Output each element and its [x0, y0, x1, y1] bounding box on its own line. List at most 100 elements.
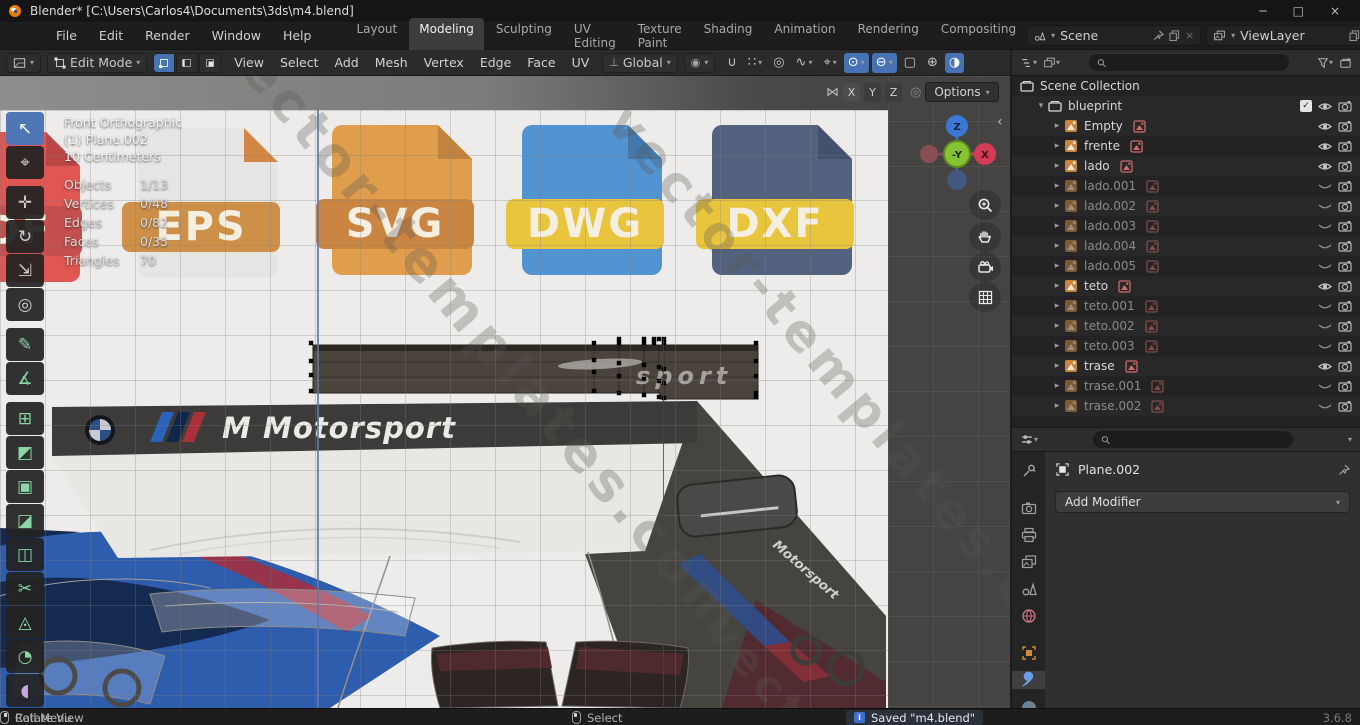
object-name[interactable]: frente	[1084, 139, 1120, 153]
viewport-menu-item[interactable]: Add	[328, 52, 366, 73]
outliner-editor-button[interactable]: ▾	[1020, 57, 1037, 69]
orientation-selector[interactable]: ⊥ Global ▾	[602, 52, 678, 73]
filter-button[interactable]: ▾	[1317, 57, 1333, 69]
expand-icon[interactable]: ▸	[1050, 301, 1064, 311]
object-name[interactable]: lado.001	[1084, 179, 1136, 193]
eye-closed-icon[interactable]	[1318, 181, 1332, 192]
tool-button[interactable]: ↻	[6, 220, 44, 253]
object-name[interactable]: teto.001	[1084, 299, 1135, 313]
expand-icon[interactable]: ▸	[1050, 181, 1064, 191]
object-name[interactable]: teto.003	[1084, 339, 1135, 353]
tool-button[interactable]: ⊞	[6, 402, 44, 435]
expand-icon[interactable]: ▸	[1050, 321, 1064, 331]
workspace-tab[interactable]: Animation	[764, 18, 845, 54]
camera-visibility-icon[interactable]	[1338, 380, 1352, 392]
tool-button[interactable]: ◩	[6, 436, 44, 469]
grid-ortho-button[interactable]	[969, 282, 1001, 312]
tool-button[interactable]: ⌖	[6, 146, 44, 179]
expand-icon[interactable]: ▸	[1050, 341, 1064, 351]
mirror-y-button[interactable]: Y	[864, 82, 881, 102]
eye-open-icon[interactable]	[1318, 281, 1332, 292]
mirror-x-button[interactable]: X	[843, 82, 860, 102]
viewport-menu-item[interactable]: Select	[273, 52, 326, 73]
expand-icon[interactable]: ▸	[1050, 221, 1064, 231]
eye-closed-icon[interactable]	[1318, 381, 1332, 392]
options-button[interactable]: Options ▾	[925, 82, 999, 102]
outliner-search-input[interactable]	[1110, 56, 1281, 69]
workspace-tab[interactable]: Compositing	[931, 18, 1026, 54]
object-name[interactable]: lado.003	[1084, 219, 1136, 233]
eye-closed-icon[interactable]	[1318, 241, 1332, 252]
tool-button[interactable]: ◫	[6, 538, 44, 571]
expand-icon[interactable]: ▸	[1050, 381, 1064, 391]
tab-object[interactable]	[1012, 644, 1045, 662]
collection-name[interactable]: Scene Collection	[1040, 79, 1140, 93]
viewport-menu-item[interactable]: Edge	[473, 52, 518, 73]
tool-button[interactable]: ◪	[6, 504, 44, 537]
expand-icon[interactable]: ▸	[1050, 361, 1064, 371]
camera-visibility-icon[interactable]	[1338, 160, 1352, 172]
camera-visibility-icon[interactable]	[1338, 200, 1352, 212]
vertex-select-button[interactable]	[153, 52, 176, 73]
viewlayer-selector[interactable]: ▾ ViewLayer ×	[1206, 25, 1360, 46]
gizmo-z-label[interactable]: Z	[953, 122, 960, 133]
tab-output[interactable]	[1012, 526, 1045, 544]
outliner-row[interactable]: ▸ lado.002	[1012, 196, 1360, 216]
unlink-scene-icon[interactable]: ×	[1185, 29, 1194, 42]
tool-button[interactable]: ✂	[6, 572, 44, 605]
workspace-tab[interactable]: Layout	[346, 18, 407, 54]
camera-visibility-icon[interactable]	[1338, 260, 1352, 272]
tab-tool[interactable]	[1012, 462, 1045, 480]
object-name[interactable]: lado.002	[1084, 199, 1136, 213]
eye-open-icon[interactable]	[1318, 121, 1332, 132]
object-name[interactable]: trase.002	[1084, 399, 1141, 413]
maximize-button[interactable]: □	[1293, 4, 1304, 18]
camera-visibility-icon[interactable]	[1338, 140, 1352, 152]
pan-hand-button[interactable]	[969, 222, 1001, 252]
camera-visibility-icon[interactable]	[1338, 100, 1352, 112]
eye-closed-icon[interactable]	[1318, 401, 1332, 412]
outliner-search[interactable]	[1088, 54, 1289, 71]
gizmo-y-label[interactable]: -Y	[952, 150, 963, 161]
eye-open-icon[interactable]	[1318, 361, 1332, 372]
outliner-row[interactable]: ▸ teto	[1012, 276, 1360, 296]
camera-visibility-icon[interactable]	[1338, 320, 1352, 332]
camera-visibility-icon[interactable]	[1338, 240, 1352, 252]
outliner-row[interactable]: ▸ lado.001	[1012, 176, 1360, 196]
new-scene-icon[interactable]	[1169, 30, 1180, 41]
outliner-row[interactable]: ▸ trase	[1012, 356, 1360, 376]
outliner-row[interactable]: ▸ frente	[1012, 136, 1360, 156]
viewport-toggle-button[interactable]: ⊙ ▾	[843, 52, 869, 73]
viewport-toggle-button[interactable]: ⊕	[923, 53, 942, 73]
viewport-toggle-button[interactable]: ⌖ ▾	[819, 53, 840, 73]
collection-name[interactable]: blueprint	[1068, 99, 1122, 113]
mode-selector[interactable]: Edit Mode ▾	[47, 52, 148, 73]
new-viewlayer-icon[interactable]	[1349, 30, 1360, 41]
viewport-toggle-button[interactable]: ▢	[900, 53, 920, 73]
outliner-row[interactable]: ▸ trase.001	[1012, 376, 1360, 396]
viewport-toggle-button[interactable]: ∷ ▾	[744, 53, 766, 73]
tab-world[interactable]	[1012, 607, 1045, 625]
camera-visibility-icon[interactable]	[1338, 340, 1352, 352]
eye-closed-icon[interactable]	[1318, 261, 1332, 272]
eye-closed-icon[interactable]	[1318, 201, 1332, 212]
workspace-tab[interactable]: Modeling	[409, 17, 484, 54]
viewport-menu-item[interactable]: UV	[565, 52, 597, 73]
minimize-button[interactable]: ─	[1259, 4, 1266, 18]
object-name[interactable]: Empty	[1084, 119, 1123, 133]
mirror-icon[interactable]: ⋈	[826, 85, 839, 100]
object-name[interactable]: teto.002	[1084, 319, 1135, 333]
pin-icon[interactable]	[1338, 464, 1350, 476]
camera-visibility-icon[interactable]	[1338, 180, 1352, 192]
workspace-tab[interactable]: Sculpting	[486, 18, 562, 54]
object-name[interactable]: trase	[1084, 359, 1115, 373]
tab-physics[interactable]	[1012, 698, 1045, 708]
properties-search-input[interactable]	[1115, 433, 1285, 446]
tool-button[interactable]: ◎	[6, 288, 44, 321]
workspace-tab[interactable]: UV Editing	[564, 18, 626, 54]
viewport-menu-item[interactable]: View	[227, 52, 271, 73]
viewport-toggle-button[interactable]: ◑	[944, 52, 965, 73]
tab-scene[interactable]	[1012, 580, 1045, 598]
viewport-toggle-button[interactable]: ∿ ▾	[792, 53, 817, 73]
viewport-toggle-button[interactable]: ∪	[723, 53, 741, 73]
